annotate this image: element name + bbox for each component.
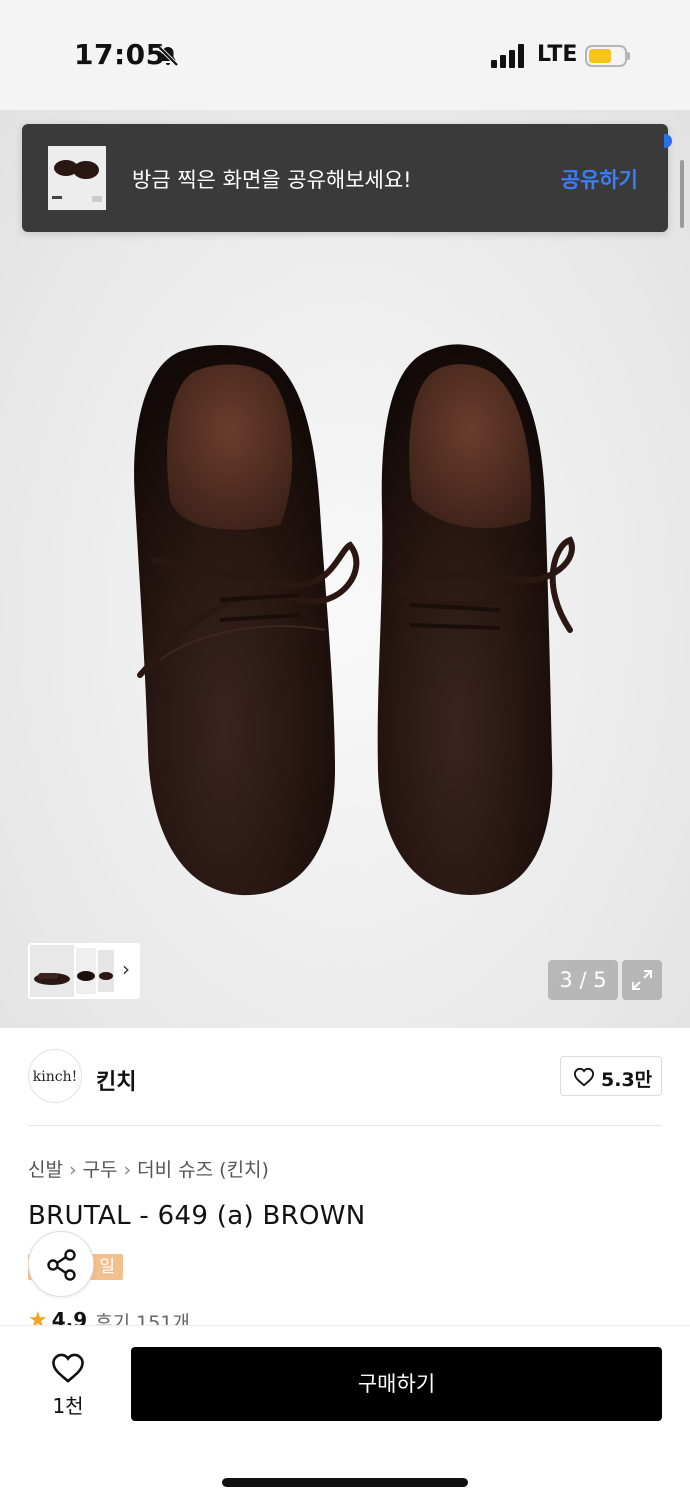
- home-indicator[interactable]: [222, 1478, 468, 1487]
- wishlist-count: 1천: [52, 1394, 84, 1418]
- thumbnail-3[interactable]: [98, 950, 114, 992]
- chevron-right-icon[interactable]: ›: [122, 957, 130, 981]
- brand-like-count: 5.3만: [601, 1069, 653, 1091]
- share-toast: 방금 찍은 화면을 공유해보세요! 공유하기: [22, 124, 668, 232]
- rating-value: 4.9: [51, 1308, 88, 1326]
- star-icon: ★: [28, 1308, 48, 1326]
- share-icon: [47, 1249, 76, 1281]
- review-count[interactable]: 후기 151개: [95, 1308, 190, 1326]
- brand-name[interactable]: 킨치: [96, 1064, 136, 1096]
- seller-row[interactable]: kinch! 킨치 5.3만: [0, 1028, 690, 1126]
- breadcrumb-item[interactable]: 신발: [28, 1159, 63, 1181]
- thumbnail-strip[interactable]: ›: [28, 943, 140, 999]
- bell-muted-icon: [157, 45, 179, 67]
- rating-row[interactable]: ★ 4.9 후기 151개: [28, 1308, 190, 1326]
- toast-screenshot-thumbnail: [48, 146, 106, 210]
- chevron-right-icon: ›: [68, 1159, 77, 1181]
- breadcrumb-item[interactable]: 더비 슈즈 (킨치): [137, 1159, 269, 1181]
- heart-icon: [52, 1353, 84, 1383]
- toast-message: 방금 찍은 화면을 공유해보세요!: [132, 168, 412, 192]
- wishlist-button[interactable]: 1천: [40, 1348, 96, 1418]
- thumbnail-1[interactable]: [30, 945, 74, 997]
- product-title: BRUTAL - 649 (a) BROWN: [28, 1201, 366, 1231]
- breadcrumb-item[interactable]: 구두: [83, 1159, 118, 1181]
- share-button[interactable]: [28, 1231, 94, 1297]
- status-bar: 17:05 LTE: [0, 0, 690, 110]
- thumbnail-2[interactable]: [76, 948, 96, 994]
- expand-icon[interactable]: [622, 960, 662, 1000]
- share-action-button[interactable]: 공유하기: [561, 164, 638, 194]
- status-time: 17:05: [74, 38, 166, 71]
- network-label: LTE: [537, 42, 578, 67]
- battery-icon: [585, 45, 630, 67]
- buy-button[interactable]: 구매하기: [131, 1347, 662, 1421]
- image-counter: 3 / 5: [548, 960, 618, 1000]
- divider: [28, 1125, 662, 1126]
- breadcrumb: 신발 › 구두 › 더비 슈즈 (킨치): [28, 1155, 269, 1182]
- brand-like-button[interactable]: 5.3만: [560, 1056, 662, 1096]
- bottom-action-bar: 1천 구매하기: [0, 1325, 690, 1500]
- product-image[interactable]: [0, 110, 690, 1028]
- brand-logo[interactable]: kinch!: [28, 1049, 82, 1103]
- heart-icon: [573, 1067, 595, 1087]
- scrollbar[interactable]: [680, 160, 684, 228]
- chevron-right-icon: ›: [123, 1159, 132, 1181]
- signal-icon: [491, 44, 524, 68]
- shoes-photo: [134, 344, 575, 896]
